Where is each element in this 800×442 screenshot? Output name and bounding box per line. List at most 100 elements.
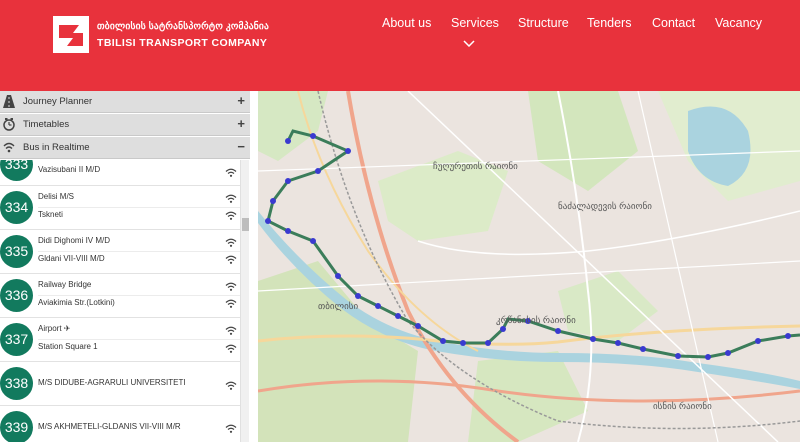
map-label-district: კრწანისის რაიონი <box>496 315 576 325</box>
bus-stop-marker[interactable] <box>460 340 466 346</box>
realtime-wifi-icon[interactable] <box>225 255 237 264</box>
route-number-badge[interactable]: 339 <box>0 411 33 442</box>
sidebar: Journey Planner + Timetables + Bus in Re… <box>0 91 258 442</box>
route-map[interactable]: თბილისი ჩუღურეთის რაიონი კრწანისის რაიონ… <box>258 91 800 442</box>
nav-structure[interactable]: Structure <box>518 16 569 30</box>
logo-mark-icon <box>53 16 89 53</box>
route-stop[interactable]: M/S AKHMETELI-GLDANIS VII-VIII M/R <box>38 422 181 431</box>
road-icon <box>3 95 15 108</box>
route-number-badge[interactable]: 333 <box>0 160 33 181</box>
bus-stop-marker[interactable] <box>335 273 341 279</box>
route-number-badge[interactable]: 338 <box>0 367 33 400</box>
nav-contact[interactable]: Contact <box>652 16 695 30</box>
bus-stop-marker[interactable] <box>725 350 731 356</box>
bus-stop-marker[interactable] <box>675 353 681 359</box>
accordion-label: Journey Planner <box>23 96 93 107</box>
clock-icon <box>3 118 15 131</box>
map-label-city: თბილისი <box>318 301 359 311</box>
route-list-scrollbar[interactable] <box>240 160 249 442</box>
map-label-district: ისნის რაიონი <box>653 401 712 411</box>
map-label-district: ჩუღურეთის რაიონი <box>433 161 518 171</box>
realtime-wifi-icon[interactable] <box>225 282 237 291</box>
route-stop[interactable]: Vazisubani II M/D <box>38 165 100 174</box>
bus-stop-marker[interactable] <box>265 218 271 224</box>
bus-stop-marker[interactable] <box>285 138 291 144</box>
stop-divider <box>38 251 240 252</box>
bus-stop-marker[interactable] <box>315 168 321 174</box>
route-number-badge[interactable]: 334 <box>0 191 33 224</box>
wifi-icon <box>3 142 15 153</box>
route-stop[interactable]: Airport ✈ <box>38 324 71 333</box>
bus-stop-marker[interactable] <box>375 303 381 309</box>
realtime-wifi-icon[interactable] <box>225 424 237 433</box>
accordion-timetables[interactable]: Timetables + <box>0 114 250 136</box>
bus-stop-marker[interactable] <box>310 238 316 244</box>
route-row: 333 Vazisubani II M/D <box>0 160 240 186</box>
route-stop[interactable]: Station Square 1 <box>38 342 98 351</box>
route-row: 338 M/S DIDUBE-AGRARULI UNIVERSITETI <box>0 362 240 406</box>
stop-divider <box>38 295 240 296</box>
route-row: 335 Didi Dighomi IV M/D Gldani VII-VIII … <box>0 230 240 274</box>
realtime-wifi-icon[interactable] <box>225 168 237 177</box>
realtime-wifi-icon[interactable] <box>225 344 237 353</box>
accordion-label: Timetables <box>23 119 70 130</box>
realtime-wifi-icon[interactable] <box>225 194 237 203</box>
route-number-badge[interactable]: 336 <box>0 279 33 312</box>
bus-stop-marker[interactable] <box>500 326 506 332</box>
scrollbar-thumb[interactable] <box>242 218 249 231</box>
route-row: 334 Delisi M/S Tskneti <box>0 186 240 230</box>
realtime-wifi-icon[interactable] <box>225 381 237 390</box>
bus-stop-marker[interactable] <box>285 228 291 234</box>
expand-icon[interactable]: + <box>237 116 245 131</box>
route-list: 333 Vazisubani II M/D 334 Delisi M/S Tsk… <box>0 160 240 442</box>
realtime-wifi-icon[interactable] <box>225 299 237 308</box>
brand-name-georgian: თბილისის სატრანსპორტო კომპანია <box>97 21 270 32</box>
route-stop[interactable]: Didi Dighomi IV M/D <box>38 236 110 245</box>
accordion-label: Bus in Realtime <box>23 142 90 153</box>
brand-name-english: TBILISI TRANSPORT COMPANY <box>97 37 268 49</box>
logo[interactable]: თბილისის სატრანსპორტო კომპანია TBILISI T… <box>53 16 273 58</box>
route-stop[interactable]: Delisi M/S <box>38 192 74 201</box>
map-canvas[interactable] <box>258 91 800 442</box>
bus-stop-marker[interactable] <box>705 354 711 360</box>
bus-stop-marker[interactable] <box>615 340 621 346</box>
route-stop[interactable]: Aviakimia Str.(Lotkini) <box>38 298 115 307</box>
bus-stop-marker[interactable] <box>785 333 791 339</box>
realtime-wifi-icon[interactable] <box>225 211 237 220</box>
nav-services[interactable]: Services <box>451 16 499 30</box>
site-header: თბილისის სატრანსპორტო კომპანია TBILISI T… <box>0 0 800 91</box>
route-row: 337 Airport ✈ Station Square 1 <box>0 318 240 362</box>
bus-stop-marker[interactable] <box>355 293 361 299</box>
bus-stop-marker[interactable] <box>285 178 291 184</box>
bus-stop-marker[interactable] <box>415 323 421 329</box>
stop-divider <box>38 207 240 208</box>
bus-stop-marker[interactable] <box>345 148 351 154</box>
route-stop[interactable]: Gldani VII-VIII M/D <box>38 254 105 263</box>
route-number-badge[interactable]: 337 <box>0 323 33 356</box>
bus-stop-marker[interactable] <box>310 133 316 139</box>
nav-vacancy[interactable]: Vacancy <box>715 16 762 30</box>
nav-about[interactable]: About us <box>382 16 431 30</box>
route-stop[interactable]: M/S DIDUBE-AGRARULI UNIVERSITETI <box>38 378 186 387</box>
route-stop[interactable]: Tskneti <box>38 210 63 219</box>
map-label-district: ნაძალადევის რაიონი <box>558 201 652 211</box>
accordion-bus-realtime[interactable]: Bus in Realtime − <box>0 137 250 159</box>
nav-tenders[interactable]: Tenders <box>587 16 631 30</box>
bus-stop-marker[interactable] <box>640 346 646 352</box>
bus-stop-marker[interactable] <box>590 336 596 342</box>
collapse-icon[interactable]: − <box>237 139 245 154</box>
expand-icon[interactable]: + <box>237 93 245 108</box>
realtime-wifi-icon[interactable] <box>225 326 237 335</box>
route-stop[interactable]: Railway Bridge <box>38 280 91 289</box>
stop-divider <box>38 339 240 340</box>
chevron-down-icon[interactable] <box>463 40 475 47</box>
bus-stop-marker[interactable] <box>440 338 446 344</box>
bus-stop-marker[interactable] <box>755 338 761 344</box>
route-number-badge[interactable]: 335 <box>0 235 33 268</box>
accordion-journey-planner[interactable]: Journey Planner + <box>0 91 250 113</box>
bus-stop-marker[interactable] <box>270 198 276 204</box>
bus-stop-marker[interactable] <box>555 328 561 334</box>
bus-stop-marker[interactable] <box>395 313 401 319</box>
bus-stop-marker[interactable] <box>485 340 491 346</box>
realtime-wifi-icon[interactable] <box>225 238 237 247</box>
